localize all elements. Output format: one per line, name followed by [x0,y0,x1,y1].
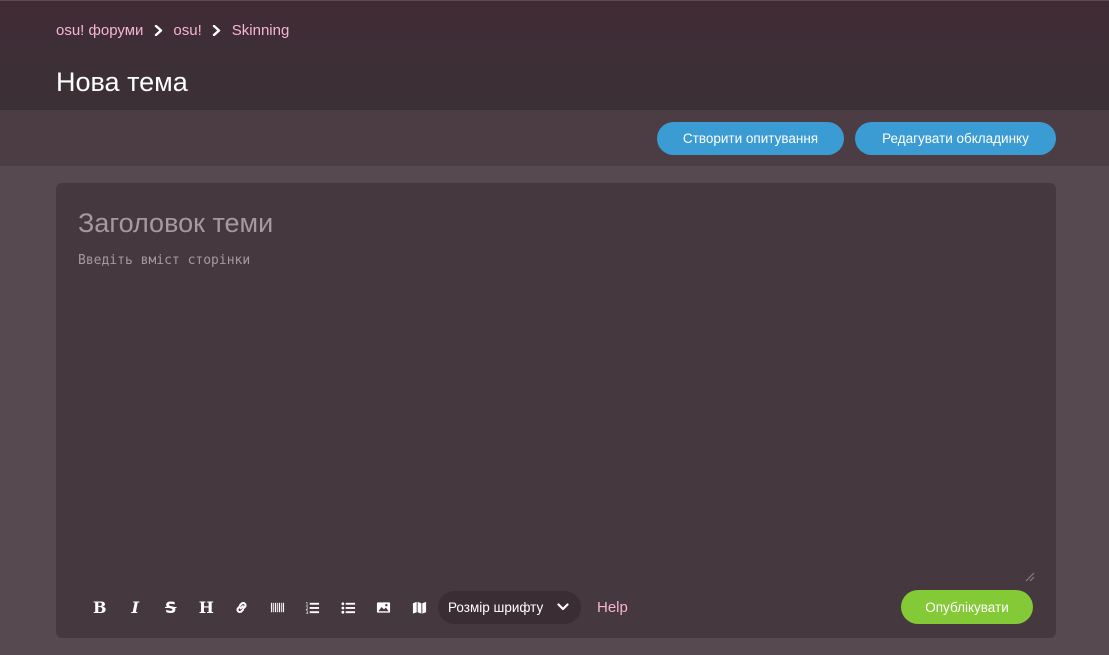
page-header: osu! форуми osu! Skinning Нова тема [0,0,1109,110]
link-icon[interactable] [224,590,260,624]
action-bar: Створити опитування Редагувати обкладинк… [0,110,1109,166]
svg-text:3: 3 [306,610,309,615]
chevron-down-icon [557,603,569,611]
font-size-label: Розмір шрифту [448,599,544,615]
breadcrumb-item-forums[interactable]: osu! форуми [56,22,143,39]
topic-body-input[interactable] [78,253,1034,583]
image-icon[interactable] [366,590,402,624]
bold-icon[interactable]: B [82,590,118,624]
breadcrumb: osu! форуми osu! Skinning [56,20,289,40]
help-link[interactable]: Help [597,599,628,616]
breadcrumb-item-osu[interactable]: osu! [173,22,201,39]
ordered-list-icon[interactable]: 1 2 3 [295,590,331,624]
post-editor: B I S H [56,183,1056,638]
strikethrough-icon[interactable]: S [153,590,189,624]
map-icon[interactable] [402,590,438,624]
italic-icon[interactable]: I [118,590,154,624]
create-poll-button[interactable]: Створити опитування [657,122,844,155]
spoiler-icon[interactable] [260,590,296,624]
format-toolbar: B I S H 1 2 3 Розмір шрифту Help [82,590,628,624]
font-size-select[interactable]: Розмір шрифту [438,590,581,624]
chevron-right-icon [202,24,232,36]
chevron-right-icon [143,24,173,36]
page-title: Нова тема [56,67,188,97]
unordered-list-icon[interactable] [331,590,367,624]
resize-grip-icon[interactable] [1023,570,1035,582]
breadcrumb-item-skinning[interactable]: Skinning [232,22,290,39]
edit-cover-button[interactable]: Редагувати обкладинку [855,122,1056,155]
publish-button[interactable]: Опублікувати [901,590,1033,624]
topic-title-input[interactable] [78,205,1028,241]
heading-icon[interactable]: H [189,590,225,624]
